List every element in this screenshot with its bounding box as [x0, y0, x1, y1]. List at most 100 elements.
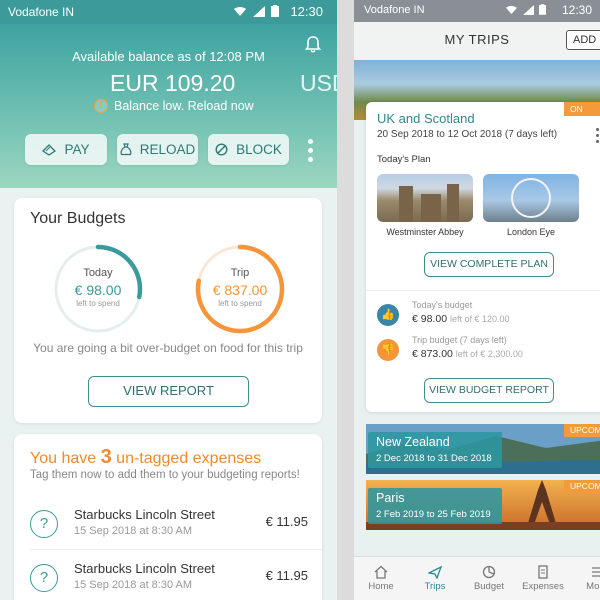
status-bar: Vodafone IN 12:30 — [0, 0, 337, 24]
expense-row[interactable]: ? Starbucks Lincoln Street 15 Sep 2018 a… — [14, 556, 322, 600]
signal-icon — [253, 5, 265, 17]
signal-icon — [523, 4, 534, 15]
view-report-button[interactable]: VIEW REPORT — [88, 376, 249, 407]
expense-date: 15 Sep 2018 at 8:30 AM — [74, 525, 193, 537]
next-currency-balance[interactable]: USD — [300, 70, 337, 97]
question-icon: ? — [30, 564, 58, 592]
pay-button[interactable]: PAY — [25, 134, 107, 165]
divider — [30, 549, 322, 550]
wifi-icon — [506, 5, 517, 14]
untagged-count: 3 — [100, 446, 112, 468]
block-label: BLOCK — [236, 142, 282, 157]
expense-date: 15 Sep 2018 at 8:30 AM — [74, 579, 193, 591]
menu-icon — [592, 567, 600, 577]
upcoming-trip-dates: 2 Feb 2019 to 25 Feb 2019 — [376, 509, 491, 520]
nav-trips[interactable]: Trips — [408, 557, 462, 600]
balance-amount: EUR 109.20 — [110, 70, 236, 96]
thumbs-up-icon: 👍 — [377, 304, 399, 326]
upcoming-trip-card[interactable]: UPCOMING Paris 2 Feb 2019 to 25 Feb 2019 — [366, 480, 600, 530]
place-label: Westminster Abbey — [386, 227, 464, 237]
trip-amount: € 837.00 — [212, 282, 268, 298]
money-bag-icon — [120, 143, 132, 156]
current-trip-card[interactable]: ON GOING UK and Scotland 20 Sep 2018 to … — [366, 102, 600, 412]
expense-merchant: Starbucks Lincoln Street — [74, 561, 215, 576]
trip-label: Trip — [230, 267, 250, 279]
expense-merchant: Starbucks Lincoln Street — [74, 507, 215, 522]
reload-label: RELOAD — [139, 142, 196, 157]
budget-total: left of € 120.00 — [449, 314, 510, 324]
nav-expenses[interactable]: Expenses — [516, 557, 570, 600]
upcoming-trip-name: New Zealand — [376, 435, 450, 449]
place-label: London Eye — [506, 227, 556, 237]
balance-header: Available balance as of 12:08 PM EUR 109… — [0, 24, 337, 188]
trip-options-icon[interactable] — [596, 128, 600, 143]
ongoing-badge: ON GOING — [564, 102, 600, 128]
budget-message: You are going a bit over-budget on food … — [33, 341, 303, 355]
today-amount: € 98.00 — [74, 282, 122, 298]
bottom-navigation: Home Trips Budget Expenses More — [354, 556, 600, 600]
budget-value: € 873.00 — [412, 348, 453, 360]
wifi-icon — [234, 6, 246, 16]
block-icon — [215, 143, 228, 156]
untagged-subtitle: Tag them now to add them to your budgeti… — [30, 469, 300, 481]
receipt-icon — [538, 565, 548, 579]
today-budget-row: 👍 Today's budget € 98.00 left of € 120.0… — [377, 300, 597, 336]
nav-more[interactable]: More — [570, 557, 600, 600]
nav-home[interactable]: Home — [354, 557, 408, 600]
london-eye-image[interactable] — [483, 174, 579, 222]
upcoming-trip-name: Paris — [376, 491, 405, 505]
expense-amount: € 11.95 — [265, 514, 308, 529]
westminster-abbey-image[interactable] — [377, 174, 473, 222]
expense-row[interactable]: ? Starbucks Lincoln Street 15 Sep 2018 a… — [14, 502, 322, 552]
budgets-title: Your Budgets — [30, 210, 126, 227]
trips-header: MY TRIPS ADD — [354, 22, 600, 60]
upcoming-badge: UPCOMING — [564, 424, 600, 437]
untagged-title: You have 3 un-tagged expenses — [30, 446, 262, 468]
budgets-card: Your Budgets Today € 98.00 left to spend… — [14, 198, 322, 423]
budget-value: € 98.00 — [412, 313, 448, 325]
upcoming-trip-card[interactable]: UPCOMING New Zealand 2 Dec 2018 to 31 De… — [366, 424, 600, 474]
pay-card-icon — [42, 143, 57, 156]
budget-caption: Trip budget (7 days left) — [412, 335, 507, 345]
today-sub: left to spend — [76, 299, 120, 308]
upcoming-badge: UPCOMING — [564, 480, 600, 493]
screenshot-composite: Vodafone IN 12:30 Available balance as o… — [0, 0, 600, 600]
budget-total: left of € 2,300.00 — [455, 349, 523, 359]
trip-dates: 20 Sep 2018 to 12 Oct 2018 (7 days left) — [377, 129, 558, 140]
today-budget-ring[interactable]: Today € 98.00 left to spend — [52, 243, 144, 335]
block-button[interactable]: BLOCK — [208, 134, 289, 165]
reload-button[interactable]: RELOAD — [117, 134, 198, 165]
warning-icon: ! — [94, 99, 108, 113]
wallet-screen: Vodafone IN 12:30 Available balance as o… — [0, 0, 337, 600]
add-trip-button[interactable]: ADD — [566, 30, 600, 50]
battery-icon — [539, 4, 546, 15]
clock: 12:30 — [290, 4, 323, 19]
page-title: MY TRIPS — [444, 32, 510, 47]
expense-amount: € 11.95 — [265, 568, 308, 583]
pie-chart-icon — [482, 565, 496, 579]
view-complete-plan-button[interactable]: VIEW COMPLETE PLAN — [424, 252, 554, 277]
trip-name: UK and Scotland — [377, 111, 475, 126]
battery-icon — [271, 5, 279, 17]
low-balance-warning[interactable]: ! Balance low. Reload now — [94, 99, 254, 113]
pay-label: PAY — [64, 142, 90, 157]
upcoming-trip-dates: 2 Dec 2018 to 31 Dec 2018 — [376, 453, 492, 464]
carrier-name: Vodafone IN — [8, 5, 75, 19]
warning-text: Balance low. Reload now — [114, 99, 254, 113]
trip-budget-row: 👎 Trip budget (7 days left) € 873.00 lef… — [377, 335, 597, 371]
balance-caption: Available balance as of 12:08 PM — [72, 49, 265, 64]
more-options-icon[interactable] — [308, 139, 314, 162]
trip-sub: left to spend — [218, 299, 262, 308]
today-label: Today — [83, 267, 113, 279]
thumbs-down-icon: 👎 — [377, 339, 399, 361]
home-icon — [374, 565, 388, 579]
view-budget-report-button[interactable]: VIEW BUDGET REPORT — [424, 378, 554, 403]
budget-caption: Today's budget — [412, 300, 473, 310]
trip-budget-ring[interactable]: Trip € 837.00 left to spend — [194, 243, 286, 335]
trips-screen: Vodafone IN 12:30 MY TRIPS ADD ON GOING … — [354, 0, 600, 600]
question-icon: ? — [30, 510, 58, 538]
carrier-name: Vodafone IN — [364, 4, 425, 16]
plan-title: Today's Plan — [377, 154, 431, 165]
nav-budget[interactable]: Budget — [462, 557, 516, 600]
plane-icon — [428, 565, 442, 579]
